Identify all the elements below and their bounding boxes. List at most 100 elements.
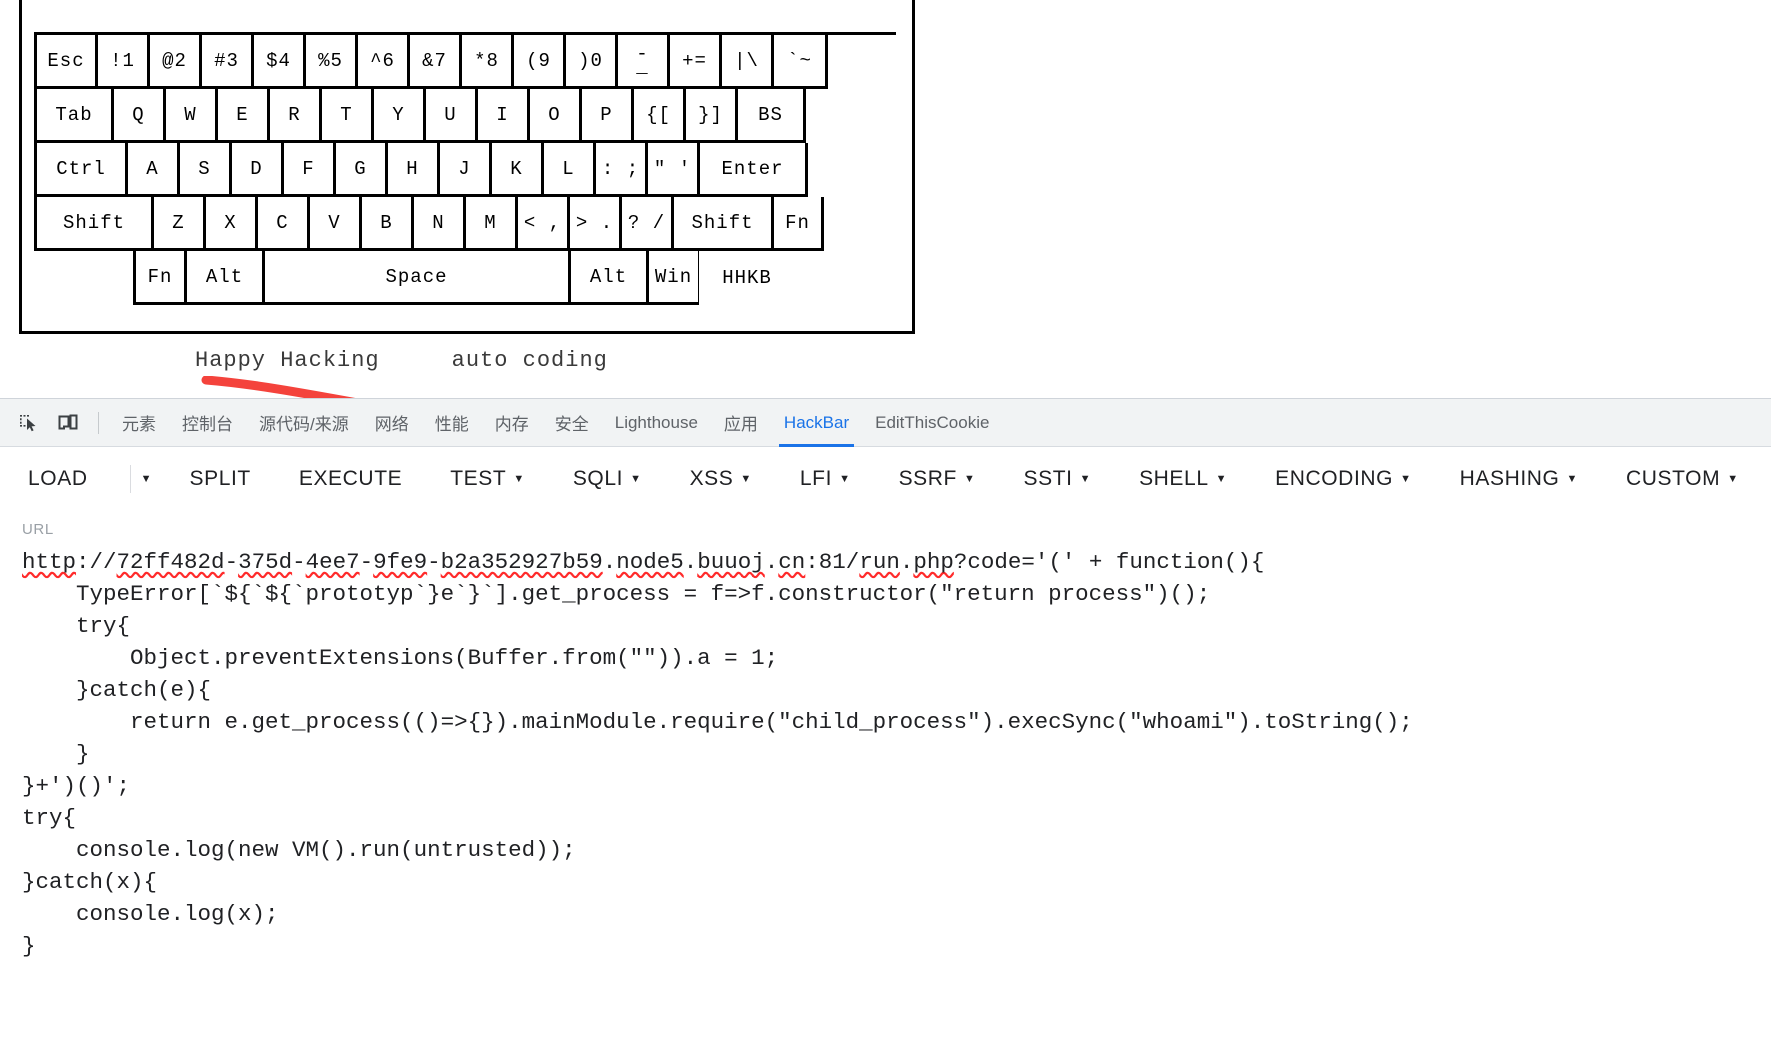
key-Fn: Fn (133, 251, 185, 305)
key-J: J (438, 143, 490, 197)
key-: |\ (720, 35, 772, 89)
key-: `~ (772, 35, 828, 89)
inspect-element-icon[interactable] (11, 406, 45, 440)
tab--[interactable]: 内存 (482, 399, 542, 447)
key-S: S (178, 143, 230, 197)
key-0: )0 (564, 35, 616, 89)
button-label: XSS (689, 467, 734, 490)
tab--[interactable]: 源代码/来源 (246, 399, 362, 447)
key-G: G (334, 143, 386, 197)
key-4: $4 (252, 35, 304, 89)
spellcheck-underline: buuoj (697, 549, 765, 575)
code-line: }catch(x){ (22, 869, 158, 895)
key-B: B (360, 197, 412, 251)
hackbar-body: URL http://72ff482d-375d-4ee7-9fe9-b2a35… (0, 521, 1771, 962)
key-H: H (386, 143, 438, 197)
key-5: %5 (304, 35, 356, 89)
device-toolbar-icon[interactable] (51, 406, 85, 440)
spellcheck-underline: http (22, 549, 77, 575)
tab-lighthouse[interactable]: Lighthouse (602, 399, 711, 447)
key-O: O (528, 89, 580, 143)
keyboard-row: Fn Alt Space Alt Win HHKB (34, 251, 896, 305)
key-3: #3 (200, 35, 252, 89)
button-label: TEST (450, 467, 507, 490)
keyboard-diagram: Esc !1 @2 #3 $4 %5 ^6 &7 *8 (9)0- _ += |\ `~ Tab Q W E R T Y… (19, 0, 915, 334)
caption-auto-coding: auto coding (451, 348, 608, 373)
code-line: try{ (22, 613, 131, 639)
button-label: LOAD (28, 467, 88, 490)
key-6: ^6 (356, 35, 408, 89)
chevron-down-icon: ▼ (839, 472, 851, 485)
key-: < , (516, 197, 568, 251)
lfi-button[interactable]: LFI ▼ (794, 463, 857, 495)
tab-hackbar[interactable]: HackBar (771, 399, 862, 447)
split-button[interactable]: SPLIT (183, 463, 256, 495)
key-D: D (230, 143, 282, 197)
tab--[interactable]: 性能 (422, 399, 482, 447)
key-T: T (320, 89, 372, 143)
load-dropdown-caret-icon[interactable]: ▼ (129, 465, 162, 493)
custom-button[interactable]: CUSTOM ▼ (1620, 463, 1745, 495)
code-line: }+')()'; (22, 773, 131, 799)
url-input[interactable]: http://72ff482d-375d-4ee7-9fe9-b2a352927… (22, 546, 1771, 962)
xss-button[interactable]: XSS ▼ (684, 463, 758, 495)
tab--[interactable]: 安全 (542, 399, 602, 447)
spellcheck-underline: 375d (238, 549, 293, 575)
key-: += (668, 35, 720, 89)
key-M: M (464, 197, 516, 251)
keyboard-row: Ctrl A S D F G H J K L: ; " ' Enter (34, 143, 896, 197)
spellcheck-underline: 9fe9 (373, 549, 428, 575)
tab-editthiscookie[interactable]: EditThisCookie (862, 399, 1002, 447)
encoding-button[interactable]: ENCODING ▼ (1269, 463, 1417, 495)
load-button[interactable]: LOAD (22, 463, 94, 495)
button-label: SPLIT (189, 467, 251, 490)
key-: }] (684, 89, 736, 143)
hashing-button[interactable]: HASHING ▼ (1454, 463, 1584, 495)
tab--[interactable]: 应用 (711, 399, 771, 447)
spellcheck-underline: 72ff482d (116, 549, 225, 575)
web-page-content: Esc !1 @2 #3 $4 %5 ^6 &7 *8 (9)0- _ += |\ `~ Tab Q W E R T Y… (0, 0, 1771, 398)
code-line: console.log(new VM().run(untrusted)); (22, 837, 576, 863)
key-Alt: Alt (185, 251, 263, 305)
key-U: U (424, 89, 476, 143)
key-P: P (580, 89, 632, 143)
tab--[interactable]: 控制台 (169, 399, 246, 447)
chevron-down-icon: ▼ (1215, 472, 1228, 485)
key-label: _ (636, 55, 649, 78)
test-button[interactable]: TEST ▼ (444, 463, 531, 495)
toolbar-divider (98, 411, 99, 434)
code-line: try{ (22, 805, 77, 831)
chevron-down-icon: ▼ (1727, 472, 1739, 485)
chevron-down-icon: ▼ (1400, 472, 1412, 485)
tab--[interactable]: 网络 (362, 399, 422, 447)
shell-button[interactable]: SHELL ▼ (1133, 463, 1233, 495)
key-1: !1 (96, 35, 148, 89)
url-field-label: URL (22, 521, 54, 538)
chevron-down-icon: ▼ (963, 472, 976, 485)
key-K: K (490, 143, 542, 197)
ssrf-button[interactable]: SSRF ▼ (893, 463, 982, 495)
code-line: }catch(e){ (22, 677, 212, 703)
execute-button[interactable]: EXECUTE (293, 463, 408, 495)
button-label: SHELL (1139, 467, 1209, 490)
key-C: C (256, 197, 308, 251)
key-Alt: Alt (569, 251, 647, 305)
ssti-button[interactable]: SSTI ▼ (1017, 463, 1097, 495)
key-: " ' (646, 143, 698, 197)
key-2: @2 (148, 35, 200, 89)
code-line: Object.preventExtensions(Buffer.from("")… (22, 645, 779, 671)
sqli-button[interactable]: SQLI ▼ (567, 463, 648, 495)
button-label: ENCODING (1275, 467, 1394, 490)
key-Space: Space (263, 251, 569, 305)
key-: > . (568, 197, 620, 251)
caption-happy-hacking: Happy Hacking (195, 348, 380, 373)
button-label: EXECUTE (298, 467, 403, 490)
keyboard-rows: Esc !1 @2 #3 $4 %5 ^6 &7 *8 (9)0- _ += |\ `~ Tab Q W E R T Y… (34, 32, 896, 305)
key-Z: Z (152, 197, 204, 251)
key-Win: Win (647, 251, 699, 305)
devtools-tabbar: 元素 控制台 源代码/来源 网络 性能 内存 安全 Lighthouse 应用 HackBar Ed… (0, 399, 1771, 447)
key-: : ; (594, 143, 646, 197)
tab--[interactable]: 元素 (109, 399, 169, 447)
code-line: } (22, 741, 90, 767)
keyboard-row: Tab Q W E R T Y U I O P{[}] BS (34, 89, 896, 143)
